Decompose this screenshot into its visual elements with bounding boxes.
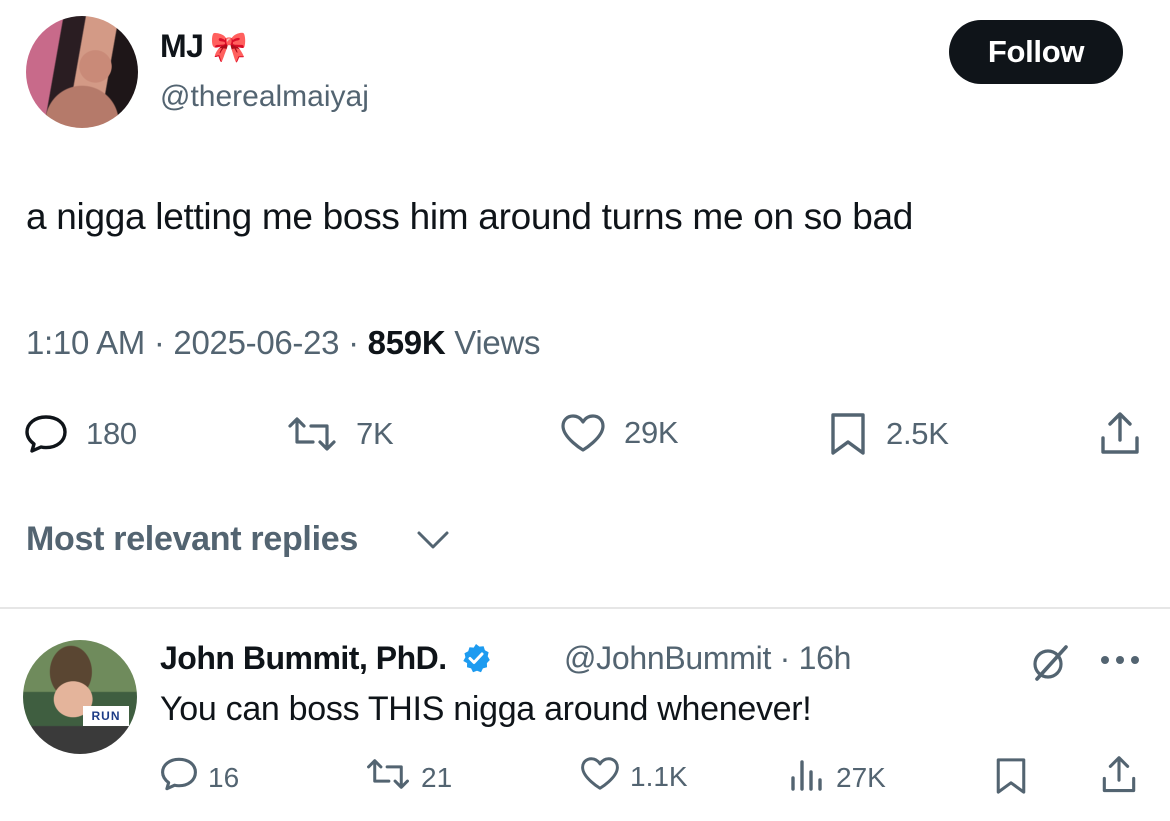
reply-icon (160, 756, 198, 799)
divider (0, 607, 1170, 609)
sort-replies-dropdown[interactable]: Most relevant replies (26, 520, 358, 559)
meta-separator: · (153, 324, 174, 361)
author-handle[interactable]: @therealmaiyaj (160, 80, 369, 114)
avatar-sign: RUN (83, 706, 129, 726)
reply-reply-action[interactable]: 16 (160, 756, 239, 799)
bow-emoji: 🎀 (210, 31, 248, 64)
reply-share-button[interactable] (1100, 754, 1138, 803)
bookmark-icon (994, 756, 1028, 803)
views-label: Views (454, 324, 541, 361)
reply-reply-count: 16 (208, 761, 240, 793)
tweet-meta: 1:10 AM · 2025-06-23 · 859K Views (26, 324, 540, 362)
views-count: 859K (367, 324, 446, 361)
reply-views-action[interactable]: 27K (788, 756, 886, 799)
reply-author-name[interactable]: John Bummit, PhD. (160, 640, 491, 681)
share-icon (1098, 410, 1142, 458)
verified-badge-icon (461, 643, 491, 681)
tweet-date[interactable]: 2025-06-23 (173, 324, 339, 361)
share-button[interactable] (1098, 410, 1142, 458)
meta-separator: · (779, 640, 791, 676)
repost-icon (365, 758, 411, 797)
reply-like-action[interactable]: 1.1K (580, 756, 688, 798)
meta-separator: · (348, 324, 368, 361)
reply-count: 180 (86, 416, 137, 451)
reply-text: You can boss THIS nigga around whenever! (160, 690, 812, 728)
grok-icon[interactable] (1030, 644, 1070, 687)
like-icon (580, 756, 620, 798)
bookmark-count: 2.5K (886, 416, 949, 451)
tweet-time[interactable]: 1:10 AM (26, 324, 145, 361)
reply-bookmark-button[interactable] (994, 756, 1028, 803)
repost-icon (286, 416, 338, 452)
reply-author-name-text: John Bummit, PhD. (160, 640, 447, 676)
tweet-text: a nigga letting me boss him around turns… (26, 196, 914, 237)
author-name[interactable]: MJ (160, 28, 204, 65)
bookmark-action[interactable]: 2.5K (828, 411, 949, 457)
bookmark-icon (828, 411, 868, 457)
share-icon (1100, 754, 1138, 803)
views-icon (788, 756, 826, 799)
author-avatar[interactable] (26, 16, 138, 128)
chevron-down-icon[interactable] (416, 530, 450, 555)
reply-age[interactable]: 16h (799, 640, 852, 676)
reply-icon (24, 414, 68, 454)
reply-like-count: 1.1K (630, 761, 688, 792)
more-icon[interactable] (1098, 653, 1142, 672)
like-action[interactable]: 29K (560, 413, 679, 453)
like-count: 29K (624, 415, 679, 450)
reply-repost-count: 21 (421, 761, 453, 793)
repost-count: 7K (356, 416, 394, 451)
like-icon (560, 413, 606, 453)
reply-author-handle[interactable]: @JohnBummit (564, 640, 771, 676)
follow-button[interactable]: Follow (949, 20, 1123, 84)
reply-views-count: 27K (836, 761, 886, 793)
reply-author-avatar[interactable]: RUN (23, 640, 137, 754)
reply-action[interactable]: 180 (24, 414, 137, 454)
repost-action[interactable]: 7K (286, 416, 394, 452)
reply-repost-action[interactable]: 21 (365, 758, 452, 797)
reply-handle-line: @JohnBummit · 16h (564, 640, 851, 677)
